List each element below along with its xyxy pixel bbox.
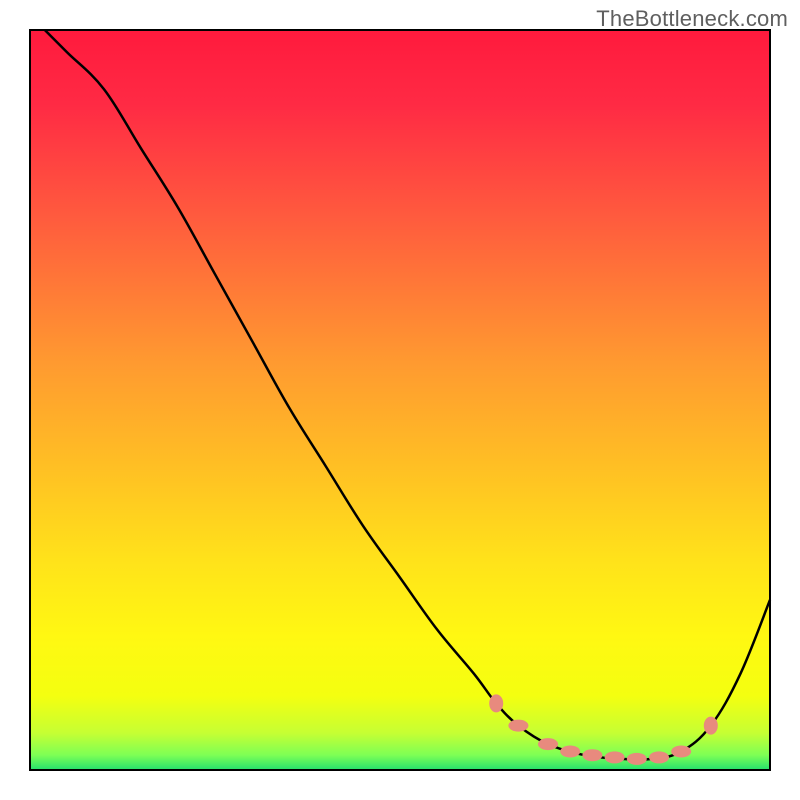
sweet-spot-marker [538,738,558,750]
chart-gradient-bg [30,30,770,770]
sweet-spot-marker [627,753,647,765]
bottleneck-curve-chart [0,0,800,800]
sweet-spot-marker [560,746,580,758]
sweet-spot-marker [704,717,718,735]
sweet-spot-marker [489,694,503,712]
sweet-spot-marker [582,749,602,761]
sweet-spot-marker [649,751,669,763]
sweet-spot-marker [671,746,691,758]
sweet-spot-marker [508,720,528,732]
sweet-spot-marker [605,751,625,763]
watermark-text: TheBottleneck.com [596,6,788,32]
